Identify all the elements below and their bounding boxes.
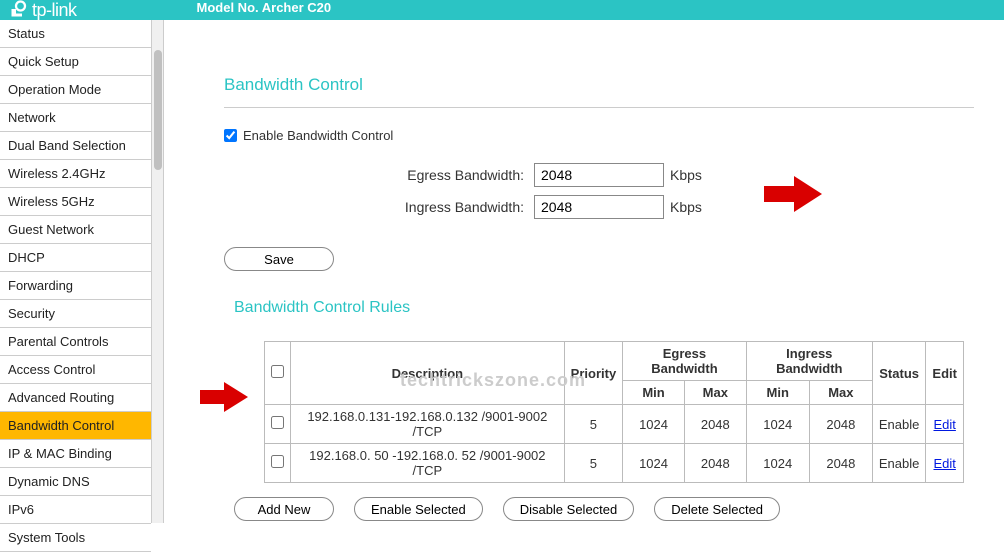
enable-bandwidth-label: Enable Bandwidth Control <box>243 128 393 143</box>
cell-egress-max: 2048 <box>684 405 746 444</box>
rules-table: Description Priority Egress Bandwidth In… <box>264 341 964 483</box>
sidebar-item-bandwidth-control[interactable]: Bandwidth Control <box>0 412 151 440</box>
cell-egress-min: 1024 <box>623 405 685 444</box>
col-egress-min: Min <box>623 381 685 405</box>
tplink-logo-icon <box>10 0 28 21</box>
annotation-arrow-icon <box>200 380 250 414</box>
sidebar-item-quick-setup[interactable]: Quick Setup <box>0 48 151 76</box>
edit-link[interactable]: Edit <box>933 456 955 471</box>
cell-egress-min: 1024 <box>623 444 685 483</box>
annotation-arrow-icon <box>764 174 824 214</box>
col-edit: Edit <box>926 342 964 405</box>
sidebar-item-parental-controls[interactable]: Parental Controls <box>0 328 151 356</box>
enable-bandwidth-checkbox[interactable] <box>224 129 237 142</box>
cell-description: 192.168.0. 50 -192.168.0. 52 /9001-9002 … <box>291 444 565 483</box>
sidebar-item-wireless-5ghz[interactable]: Wireless 5GHz <box>0 188 151 216</box>
sidebar-item-operation-mode[interactable]: Operation Mode <box>0 76 151 104</box>
col-egress-max: Max <box>684 381 746 405</box>
row-checkbox[interactable] <box>271 455 284 468</box>
col-description: Description <box>291 342 565 405</box>
rules-title: Bandwidth Control Rules <box>234 299 974 317</box>
sidebar-item-dhcp[interactable]: DHCP <box>0 244 151 272</box>
separator <box>224 107 974 108</box>
cell-status: Enable <box>872 405 925 444</box>
sidebar-nav: StatusQuick SetupOperation ModeNetworkDu… <box>0 20 152 523</box>
select-all-checkbox[interactable] <box>271 365 284 378</box>
sidebar-item-system-tools[interactable]: System Tools <box>0 524 151 552</box>
model-number: Model No. Archer C20 <box>197 0 332 15</box>
sidebar-item-wireless-2-4ghz[interactable]: Wireless 2.4GHz <box>0 160 151 188</box>
cell-ingress-max: 2048 <box>809 444 872 483</box>
cell-ingress-min: 1024 <box>746 405 809 444</box>
sidebar-item-network[interactable]: Network <box>0 104 151 132</box>
ingress-unit: Kbps <box>670 199 702 215</box>
row-checkbox[interactable] <box>271 416 284 429</box>
col-egress: Egress Bandwidth <box>623 342 747 381</box>
save-button[interactable]: Save <box>224 247 334 271</box>
sidebar-item-ip-mac-binding[interactable]: IP & MAC Binding <box>0 440 151 468</box>
ingress-label: Ingress Bandwidth: <box>224 199 534 215</box>
col-ingress-min: Min <box>746 381 809 405</box>
cell-status: Enable <box>872 444 925 483</box>
ingress-input[interactable] <box>534 195 664 219</box>
table-row: 192.168.0.131-192.168.0.132 /9001-9002 /… <box>265 405 964 444</box>
cell-description: 192.168.0.131-192.168.0.132 /9001-9002 /… <box>291 405 565 444</box>
col-priority: Priority <box>564 342 623 405</box>
bottom-button-row: Add New Enable Selected Disable Selected… <box>234 497 974 521</box>
egress-row: Egress Bandwidth: Kbps <box>224 163 974 187</box>
brand-text: tp-link <box>32 0 77 21</box>
sidebar-item-dual-band-selection[interactable]: Dual Band Selection <box>0 132 151 160</box>
main-content: Bandwidth Control Enable Bandwidth Contr… <box>164 20 1004 523</box>
table-row: 192.168.0. 50 -192.168.0. 52 /9001-9002 … <box>265 444 964 483</box>
sidebar-item-guest-network[interactable]: Guest Network <box>0 216 151 244</box>
sidebar-item-forwarding[interactable]: Forwarding <box>0 272 151 300</box>
col-status: Status <box>872 342 925 405</box>
enable-selected-button[interactable]: Enable Selected <box>354 497 483 521</box>
cell-ingress-min: 1024 <box>746 444 809 483</box>
cell-priority: 5 <box>564 444 623 483</box>
logo: tp-link <box>10 0 77 21</box>
sidebar-item-ipv6[interactable]: IPv6 <box>0 496 151 524</box>
disable-selected-button[interactable]: Disable Selected <box>503 497 635 521</box>
sidebar-item-access-control[interactable]: Access Control <box>0 356 151 384</box>
col-ingress-max: Max <box>809 381 872 405</box>
sidebar-item-status[interactable]: Status <box>0 20 151 48</box>
ingress-row: Ingress Bandwidth: Kbps <box>224 195 974 219</box>
cell-egress-max: 2048 <box>684 444 746 483</box>
sidebar-item-advanced-routing[interactable]: Advanced Routing <box>0 384 151 412</box>
header: tp-link Model No. Archer C20 <box>0 0 1004 20</box>
sidebar-scrollbar[interactable] <box>152 20 164 523</box>
sidebar-item-dynamic-dns[interactable]: Dynamic DNS <box>0 468 151 496</box>
edit-link[interactable]: Edit <box>933 417 955 432</box>
col-ingress: Ingress Bandwidth <box>746 342 872 381</box>
cell-ingress-max: 2048 <box>809 405 872 444</box>
cell-priority: 5 <box>564 405 623 444</box>
add-new-button[interactable]: Add New <box>234 497 334 521</box>
egress-input[interactable] <box>534 163 664 187</box>
egress-unit: Kbps <box>670 167 702 183</box>
delete-selected-button[interactable]: Delete Selected <box>654 497 780 521</box>
page-title: Bandwidth Control <box>224 75 974 95</box>
enable-bandwidth-row: Enable Bandwidth Control <box>224 128 974 143</box>
sidebar-item-security[interactable]: Security <box>0 300 151 328</box>
scrollbar-thumb[interactable] <box>154 50 162 170</box>
egress-label: Egress Bandwidth: <box>224 167 534 183</box>
